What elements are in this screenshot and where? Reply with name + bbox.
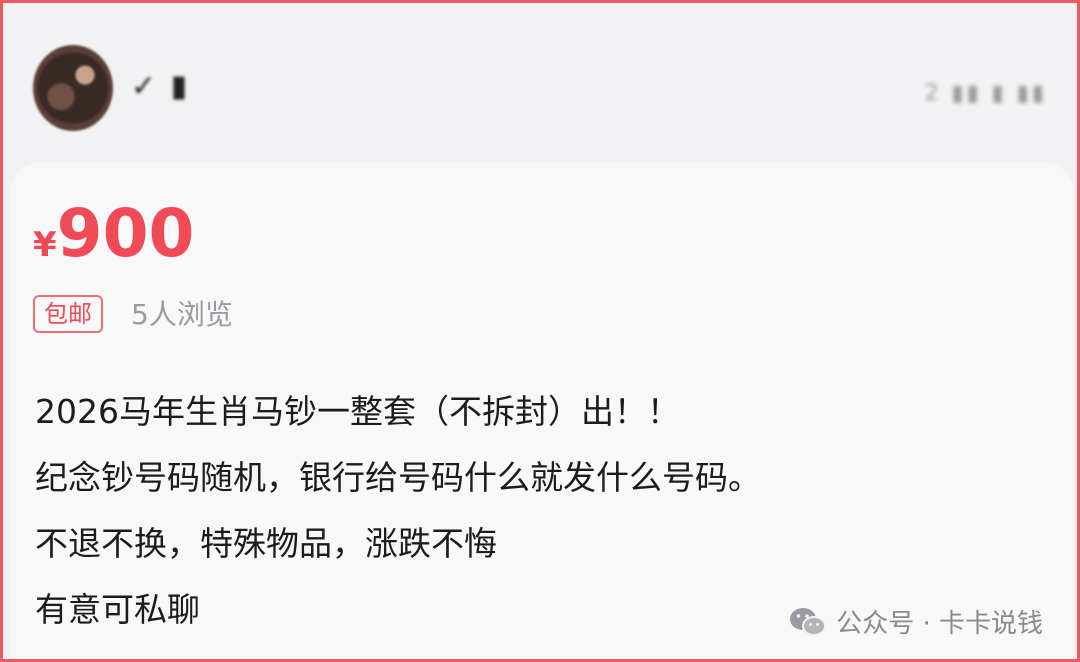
price: ¥900 (33, 201, 194, 267)
description-line: 纪念钞号码随机，银行给号码什么就发什么号码。 (35, 458, 761, 497)
username[interactable]: ✓ ▮ (131, 69, 189, 104)
post-timestamp: 2 ▮▮ ▮ ▮▮ (924, 81, 1047, 106)
watermark-text: 公众号 · 卡卡说钱 (836, 609, 1043, 639)
description-line: 不退不换，特殊物品，涨跌不悔 (35, 524, 497, 563)
screenshot-frame: ✓ ▮ 2 ▮▮ ▮ ▮▮ ¥900 包邮 5人浏览 2026马年生肖马钞一整套… (0, 0, 1080, 662)
price-amount: 900 (56, 195, 195, 272)
wechat-icon (790, 607, 827, 636)
description-line: 有意可私聊 (35, 590, 200, 629)
watermark: 公众号 · 卡卡说钱 (788, 603, 1043, 640)
free-shipping-badge: 包邮 (33, 295, 103, 333)
avatar[interactable] (33, 45, 113, 131)
post-header: ✓ ▮ 2 ▮▮ ▮ ▮▮ (3, 3, 1077, 163)
view-count: 5人浏览 (131, 298, 233, 331)
currency-symbol: ¥ (33, 225, 57, 265)
description-line: 2026马年生肖马钞一整套（不拆封）出！！ (35, 392, 680, 431)
